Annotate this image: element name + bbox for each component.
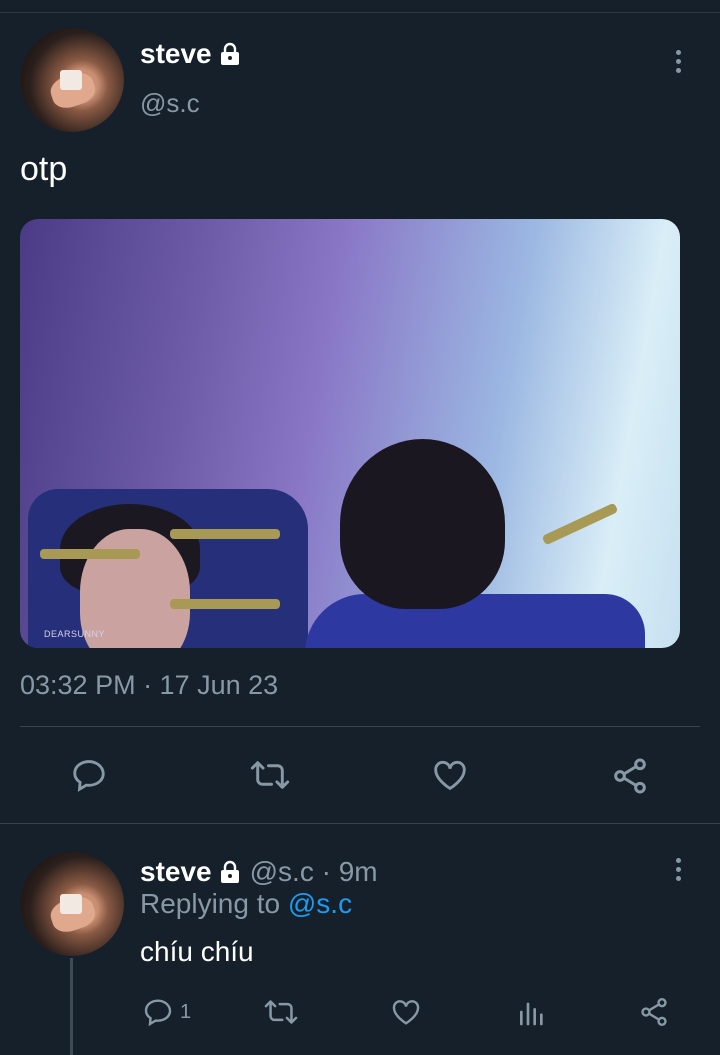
analytics-icon [520, 1002, 543, 1026]
thread-line [70, 958, 73, 1055]
avatar[interactable] [20, 28, 124, 132]
reply-more-options-icon[interactable] [673, 858, 683, 881]
reply-analytics-button[interactable] [516, 996, 548, 1028]
top-divider [0, 12, 720, 13]
lock-icon [220, 860, 239, 883]
share-icon [614, 758, 646, 794]
section-divider [0, 823, 720, 824]
reply-author-name[interactable]: steve [140, 856, 212, 888]
reply-avatar[interactable] [20, 852, 124, 956]
author-name[interactable]: steve [140, 38, 212, 70]
reply-retweet-button[interactable] [264, 996, 298, 1028]
share-icon [641, 998, 667, 1026]
reply-like-button[interactable] [389, 996, 423, 1028]
reply-icon [73, 760, 105, 792]
tweet-image[interactable]: DEARSUNNY [20, 219, 680, 648]
divider [20, 726, 700, 727]
reply-handle-time[interactable]: @s.c · 9m [250, 856, 378, 888]
image-watermark: DEARSUNNY [44, 629, 106, 639]
like-icon [434, 760, 466, 791]
reply-button[interactable] [70, 756, 108, 794]
more-options-icon[interactable] [673, 50, 683, 73]
share-button[interactable] [610, 756, 650, 796]
reply-share-button[interactable] [638, 996, 670, 1028]
tweet-timestamp[interactable]: 03:32 PM · 17 Jun 23 [20, 670, 278, 701]
replying-prefix: Replying to [140, 888, 281, 919]
reply-count: 1 [180, 1000, 192, 1023]
retweet-button[interactable] [250, 756, 290, 794]
author-name-row: steve [140, 38, 242, 70]
like-icon [392, 1000, 420, 1025]
reply-text: chíu chíu [140, 936, 254, 967]
lock-icon [220, 42, 239, 65]
tweet-text: otp [20, 150, 68, 188]
like-button[interactable] [430, 756, 470, 794]
reply-icon [144, 999, 172, 1027]
author-handle[interactable]: @s.c [140, 88, 200, 119]
replying-to: Replying to @s.c [140, 888, 352, 920]
retweet-icon [250, 761, 290, 789]
replying-mention[interactable]: @s.c [288, 888, 352, 919]
reply-header: steve @s.c · 9m [140, 856, 378, 888]
reply-reply-button[interactable]: 1 [142, 996, 191, 1028]
retweet-icon [264, 1000, 298, 1024]
